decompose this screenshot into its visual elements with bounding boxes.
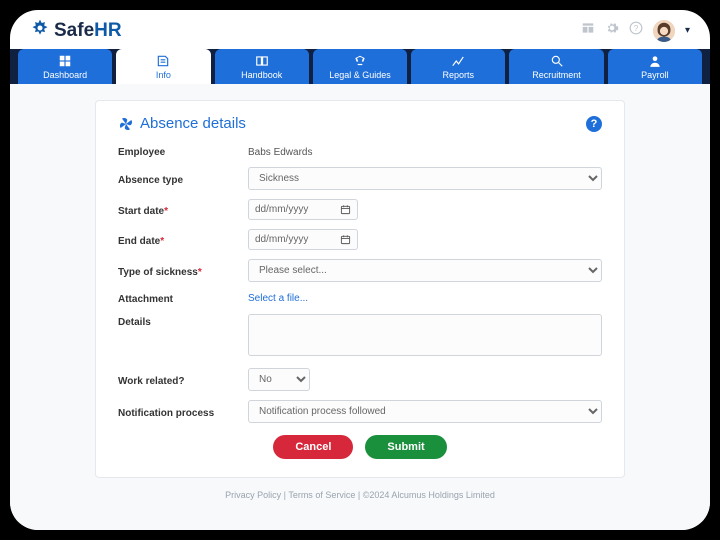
calendar-icon[interactable] xyxy=(581,21,595,40)
details-label: Details xyxy=(118,314,248,328)
content-area: Absence details ? Employee Babs Edwards … xyxy=(10,84,710,530)
footer: Privacy Policy | Terms of Service | ©202… xyxy=(10,478,710,504)
chevron-down-icon[interactable]: ▾ xyxy=(685,25,690,36)
calendar-icon xyxy=(340,204,351,215)
help-icon[interactable]: ? xyxy=(629,21,643,40)
tab-handbook[interactable]: Handbook xyxy=(215,49,309,84)
work-related-select[interactable]: No xyxy=(248,368,310,391)
sickness-type-select[interactable]: Please select... xyxy=(248,259,602,282)
logo-text: SafeHR xyxy=(54,20,122,42)
notification-label: Notification process xyxy=(118,405,248,419)
employee-label: Employee xyxy=(118,144,248,158)
absence-card: Absence details ? Employee Babs Edwards … xyxy=(95,100,625,478)
absence-type-label: Absence type xyxy=(118,172,248,186)
privacy-link[interactable]: Privacy Policy xyxy=(225,490,281,500)
details-textarea[interactable] xyxy=(248,314,602,356)
work-related-label: Work related? xyxy=(118,373,248,387)
end-date-label: End date* xyxy=(118,233,248,247)
topbar: SafeHR ? ▾ xyxy=(10,10,710,49)
pinwheel-icon xyxy=(118,116,134,132)
svg-text:?: ? xyxy=(634,24,639,33)
calendar-icon xyxy=(340,234,351,245)
card-title: Absence details xyxy=(118,115,246,132)
tab-info[interactable]: Info xyxy=(116,49,210,84)
logo-icon xyxy=(30,18,50,43)
logo[interactable]: SafeHR xyxy=(30,18,122,43)
copyright: ©2024 Alcumus Holdings Limited xyxy=(363,490,495,500)
tab-reports[interactable]: Reports xyxy=(411,49,505,84)
tab-dashboard[interactable]: Dashboard xyxy=(18,49,112,84)
nav-bar: Dashboard Info Handbook Legal & Guides R… xyxy=(10,49,710,84)
tab-legal[interactable]: Legal & Guides xyxy=(313,49,407,84)
notification-select[interactable]: Notification process followed xyxy=(248,400,602,423)
absence-type-select[interactable]: Sickness xyxy=(248,167,602,190)
end-date-input[interactable]: dd/mm/yyyy xyxy=(248,229,358,250)
cancel-button[interactable]: Cancel xyxy=(273,435,353,459)
avatar[interactable] xyxy=(653,20,675,42)
tab-recruitment[interactable]: Recruitment xyxy=(509,49,603,84)
submit-button[interactable]: Submit xyxy=(365,435,446,459)
start-date-label: Start date* xyxy=(118,203,248,217)
terms-link[interactable]: Terms of Service xyxy=(288,490,355,500)
attachment-link[interactable]: Select a file... xyxy=(248,293,308,304)
sickness-type-label: Type of sickness* xyxy=(118,264,248,278)
app-window: SafeHR ? ▾ Dashboard Info Handbook Legal… xyxy=(10,10,710,530)
employee-value: Babs Edwards xyxy=(248,144,312,158)
gear-icon[interactable] xyxy=(605,21,619,40)
card-help-icon[interactable]: ? xyxy=(586,116,602,132)
tab-payroll[interactable]: Payroll xyxy=(608,49,702,84)
start-date-input[interactable]: dd/mm/yyyy xyxy=(248,199,358,220)
top-tools: ? ▾ xyxy=(581,20,690,42)
attachment-label: Attachment xyxy=(118,291,248,305)
